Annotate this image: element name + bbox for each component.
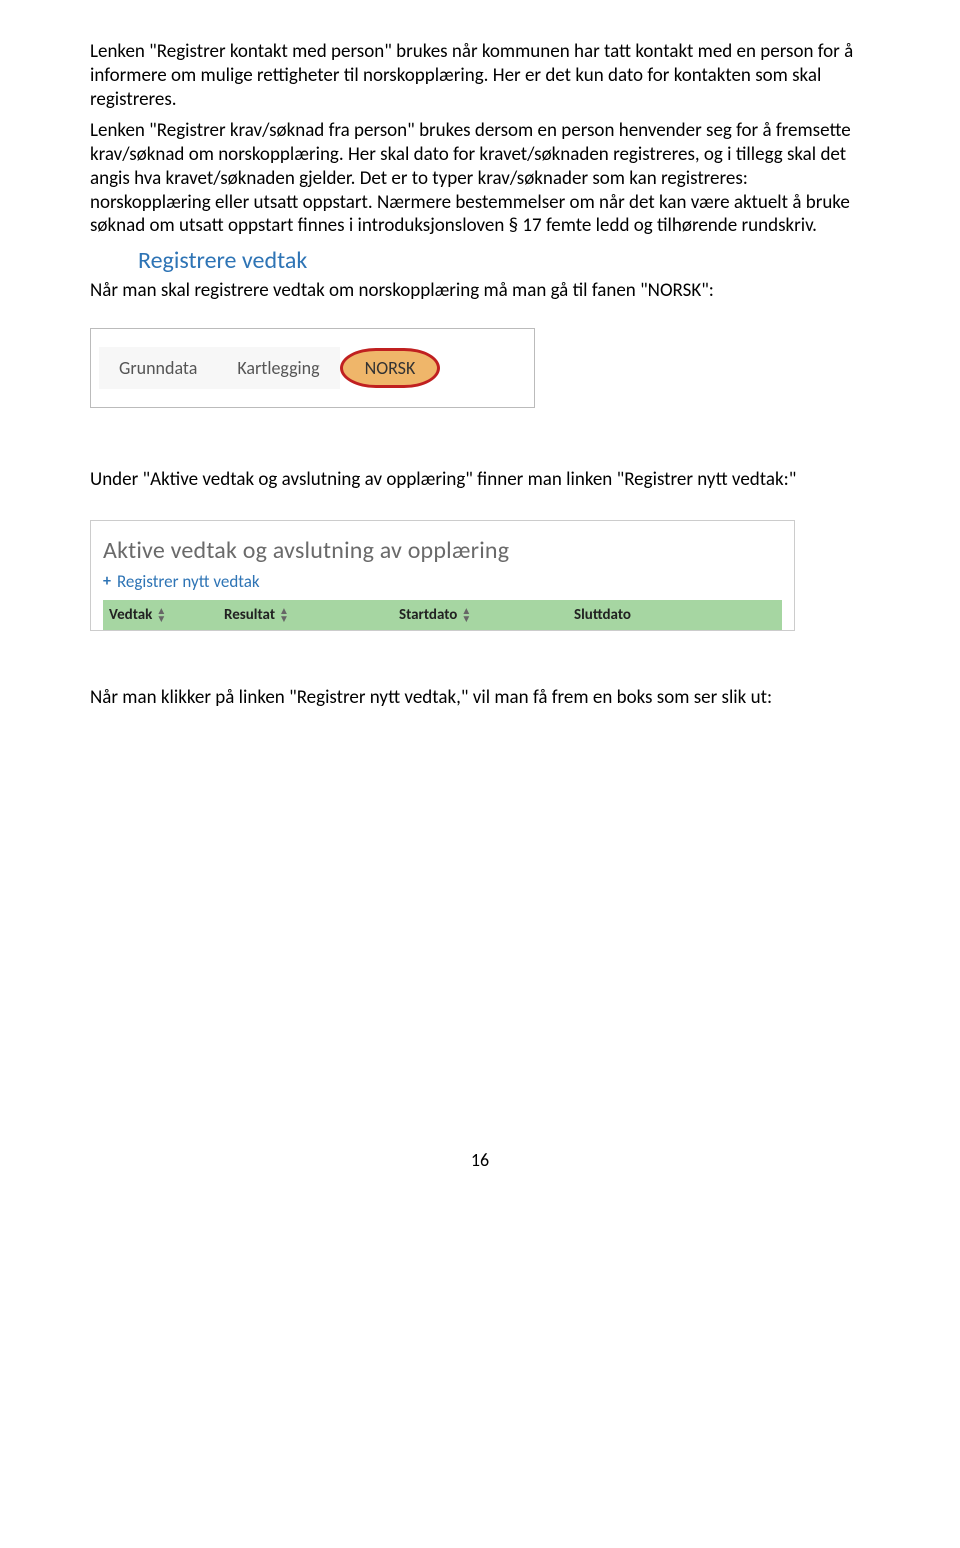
screenshot-panel: Aktive vedtak og avslutning av opplæring… (90, 520, 795, 631)
col-resultat[interactable]: Resultat ▲▼ (218, 606, 393, 624)
tab-grunndata[interactable]: Grunndata (99, 347, 217, 389)
paragraph-2: Lenken "Registrer krav/søknad fra person… (90, 119, 870, 238)
col-startdato-label: Startdato (399, 606, 457, 624)
panel-title: Aktive vedtak og avslutning av opplæring (103, 536, 782, 565)
sort-icon: ▲▼ (156, 607, 166, 623)
register-new-vedtak-link[interactable]: + Registrer nytt vedtak (103, 571, 782, 592)
col-sluttdato-label: Sluttdato (574, 606, 631, 624)
page-number: 16 (90, 1149, 870, 1171)
paragraph-5: Når man klikker på linken "Registrer nyt… (90, 686, 870, 710)
sort-icon: ▲▼ (461, 607, 471, 623)
section-heading: Registrere vedtak (138, 246, 870, 275)
tab-norsk[interactable]: NORSK (340, 348, 441, 388)
col-startdato[interactable]: Startdato ▲▼ (393, 606, 568, 624)
col-resultat-label: Resultat (224, 606, 275, 624)
paragraph-3: Når man skal registrere vedtak om norsko… (90, 279, 870, 303)
paragraph-4: Under "Aktive vedtak og avslutning av op… (90, 468, 870, 492)
plus-icon: + (103, 572, 111, 591)
tab-kartlegging[interactable]: Kartlegging (217, 347, 339, 389)
col-sluttdato[interactable]: Sluttdato (568, 606, 743, 624)
paragraph-1: Lenken "Registrer kontakt med person" br… (90, 40, 870, 111)
col-vedtak-label: Vedtak (109, 606, 152, 624)
register-link-text: Registrer nytt vedtak (117, 571, 260, 592)
col-vedtak[interactable]: Vedtak ▲▼ (103, 606, 218, 624)
screenshot-tabs: Grunndata Kartlegging NORSK (90, 328, 535, 408)
sort-icon: ▲▼ (279, 607, 289, 623)
table-header-row: Vedtak ▲▼ Resultat ▲▼ Startdato ▲▼ Slutt… (103, 600, 782, 630)
